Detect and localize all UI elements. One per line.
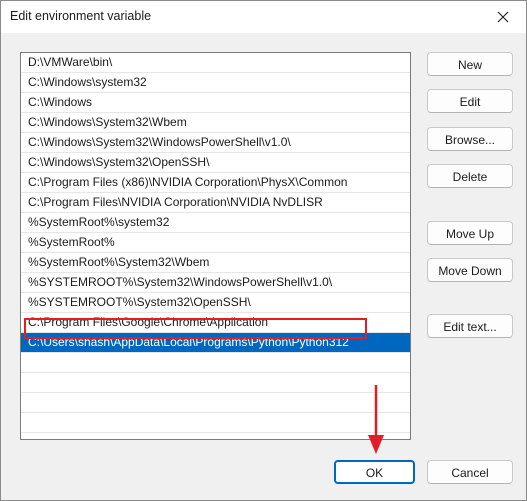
list-item[interactable]: %SystemRoot%\System32\Wbem (21, 253, 410, 273)
list-item-empty[interactable] (21, 373, 410, 393)
list-item[interactable]: C:\Program Files\NVIDIA Corporation\NVID… (21, 193, 410, 213)
list-item[interactable]: C:\Windows\system32 (21, 73, 410, 93)
list-item-empty[interactable] (21, 413, 410, 433)
close-button[interactable] (480, 1, 526, 33)
edit-environment-variable-dialog: Edit environment variable D:\VMWare\bin\… (0, 0, 527, 501)
down-arrow-icon (368, 385, 384, 454)
new-button[interactable]: New (427, 52, 513, 76)
browse-button[interactable]: Browse... (427, 127, 513, 151)
list-item[interactable]: %SystemRoot% (21, 233, 410, 253)
ok-button[interactable]: OK (334, 460, 415, 484)
list-item[interactable]: C:\Program Files\Google\Chrome\Applicati… (21, 313, 410, 333)
delete-button[interactable]: Delete (427, 164, 513, 188)
list-item[interactable]: D:\VMWare\bin\ (21, 53, 410, 73)
list-item[interactable]: C:\Windows (21, 93, 410, 113)
list-item[interactable]: C:\Program Files (x86)\NVIDIA Corporatio… (21, 173, 410, 193)
move-down-button[interactable]: Move Down (427, 258, 513, 282)
path-list[interactable]: D:\VMWare\bin\ C:\Windows\system32 C:\Wi… (20, 52, 411, 440)
list-item[interactable]: C:\Windows\System32\OpenSSH\ (21, 153, 410, 173)
list-item-empty[interactable] (21, 433, 410, 439)
list-item[interactable]: %SystemRoot%\system32 (21, 213, 410, 233)
list-item-empty[interactable] (21, 353, 410, 373)
list-item-selected[interactable]: C:\Users\shash\AppData\Local\Programs\Py… (21, 333, 410, 353)
list-item[interactable]: %SYSTEMROOT%\System32\OpenSSH\ (21, 293, 410, 313)
edit-text-button[interactable]: Edit text... (427, 314, 513, 338)
list-item[interactable]: %SYSTEMROOT%\System32\WindowsPowerShell\… (21, 273, 410, 293)
edit-button[interactable]: Edit (427, 89, 513, 113)
window-title: Edit environment variable (10, 9, 152, 23)
move-up-button[interactable]: Move Up (427, 221, 513, 245)
list-item-empty[interactable] (21, 393, 410, 413)
title-bar: Edit environment variable (1, 1, 526, 33)
close-icon (497, 11, 509, 23)
list-item[interactable]: C:\Windows\System32\Wbem (21, 113, 410, 133)
cancel-button[interactable]: Cancel (427, 460, 513, 484)
list-item[interactable]: C:\Windows\System32\WindowsPowerShell\v1… (21, 133, 410, 153)
